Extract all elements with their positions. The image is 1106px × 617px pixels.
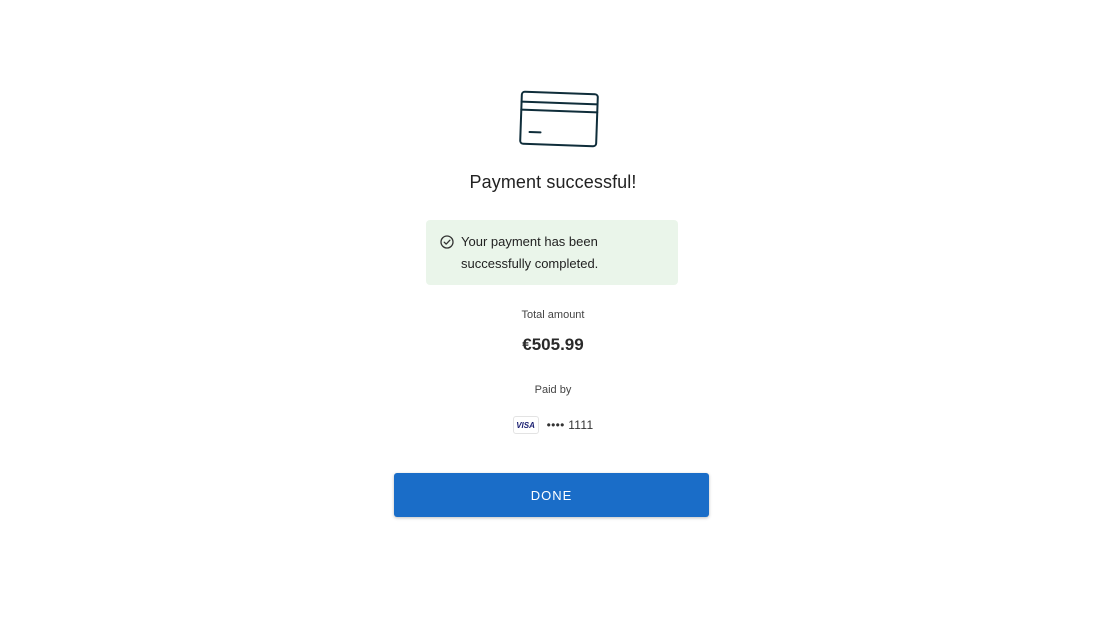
done-button[interactable]: DONE <box>394 473 709 517</box>
paid-by-label: Paid by <box>534 384 572 396</box>
total-amount-label: Total amount <box>521 309 585 321</box>
page-title: Payment successful! <box>469 172 637 192</box>
payment-success-page: Payment successful! Your payment has bee… <box>0 0 1106 617</box>
payment-method: VISA •••• 1111 <box>0 415 1106 435</box>
total-amount-value: €505.99 <box>522 335 584 354</box>
check-circle-icon <box>440 235 454 249</box>
visa-logo-icon: VISA <box>512 416 539 434</box>
success-message: Your payment has been successfully compl… <box>461 234 599 271</box>
success-alert: Your payment has been successfully compl… <box>426 220 678 285</box>
masked-card-number: •••• 1111 <box>546 418 594 432</box>
credit-card-icon <box>519 90 599 148</box>
